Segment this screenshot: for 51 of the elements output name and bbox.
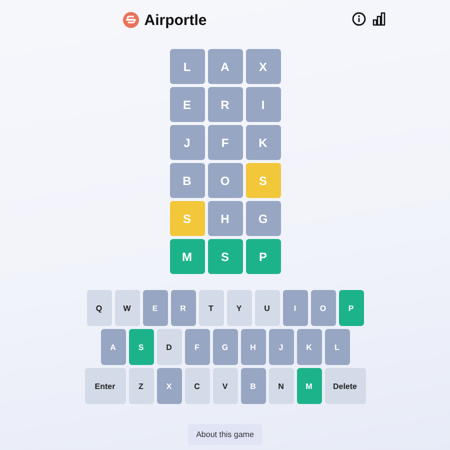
letter-tile: K (246, 125, 280, 160)
keyboard-key[interactable]: Delete (324, 368, 366, 404)
keyboard-key[interactable]: Z (128, 368, 154, 404)
keyboard-key[interactable]: C (184, 368, 210, 404)
keyboard-key[interactable]: M (296, 368, 322, 404)
keyboard-key[interactable]: I (282, 290, 308, 326)
keyboard-key[interactable]: Y (226, 290, 252, 326)
keyboard-key[interactable]: P (338, 290, 364, 326)
letter-tile: A (208, 49, 242, 84)
stats-icon[interactable] (372, 12, 386, 26)
letter-tile: P (246, 239, 280, 274)
keyboard-key[interactable]: L (324, 329, 350, 365)
letter-tile: J (170, 125, 204, 160)
letter-tile: B (170, 163, 204, 198)
keyboard-key[interactable]: S (128, 329, 154, 365)
letter-tile: X (246, 49, 280, 84)
keyboard-key[interactable]: N (268, 368, 294, 404)
letter-tile: R (208, 87, 242, 122)
keyboard-key[interactable]: A (100, 329, 126, 365)
keyboard-key[interactable]: J (268, 329, 294, 365)
letter-tile: I (246, 87, 280, 122)
letter-tile: S (208, 239, 242, 274)
keyboard-key[interactable]: E (142, 290, 168, 326)
letter-tile: L (170, 49, 204, 84)
about-button[interactable]: About this game (188, 424, 262, 445)
letter-tile: F (208, 125, 242, 160)
letter-tile: E (170, 87, 204, 122)
keyboard-key[interactable]: R (170, 290, 196, 326)
keyboard-key[interactable]: G (212, 329, 238, 365)
keyboard-key[interactable]: O (310, 290, 336, 326)
keyboard-key[interactable]: Enter (84, 368, 126, 404)
letter-tile: H (208, 201, 242, 236)
keyboard-key[interactable]: Q (86, 290, 112, 326)
keyboard-key[interactable]: F (184, 329, 210, 365)
keyboard-key[interactable]: W (114, 290, 140, 326)
letter-tile: S (246, 163, 280, 198)
logo-icon (123, 12, 140, 28)
letter-tile: M (170, 239, 204, 274)
app-title: Airportle (144, 12, 207, 28)
keyboard-key[interactable]: H (240, 329, 266, 365)
keyboard-key[interactable]: X (156, 368, 182, 404)
letter-tile: G (246, 201, 280, 236)
letter-tile: O (208, 163, 242, 198)
keyboard-key[interactable]: K (296, 329, 322, 365)
keyboard-key[interactable]: U (254, 290, 280, 326)
letter-tile: S (170, 201, 204, 236)
keyboard-key[interactable]: D (156, 329, 182, 365)
keyboard-key[interactable]: T (198, 290, 224, 326)
info-icon[interactable] (352, 12, 366, 26)
keyboard-key[interactable]: B (240, 368, 266, 404)
keyboard-key[interactable]: V (212, 368, 238, 404)
